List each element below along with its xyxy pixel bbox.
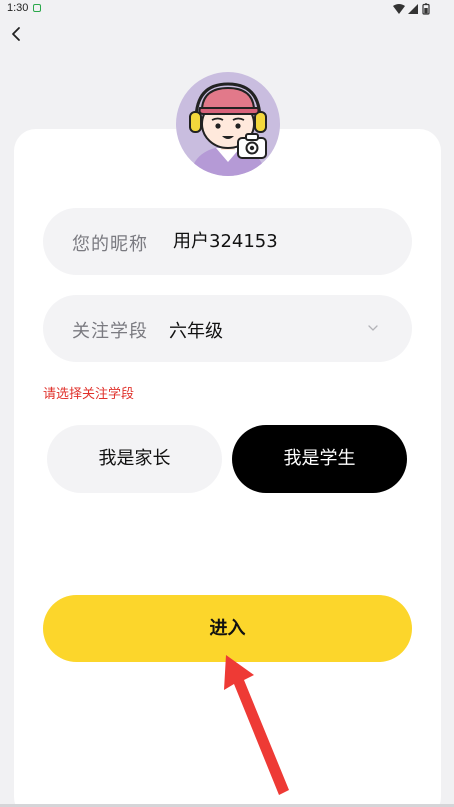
enter-button[interactable]: 进入	[43, 595, 412, 662]
nickname-input[interactable]	[173, 229, 383, 250]
battery-icon	[422, 3, 430, 15]
notification-icon	[33, 4, 41, 12]
profile-setup-screen: 1:30 您的昵称 用户324153 关注学段 六年级 请选择关注学段 我是家长…	[0, 0, 454, 807]
status-bar: 1:30	[0, 0, 454, 18]
wifi-icon	[393, 4, 405, 14]
change-avatar-button[interactable]	[236, 132, 268, 160]
role-parent-button[interactable]: 我是家长	[47, 425, 222, 493]
avatar[interactable]	[176, 72, 280, 176]
signal-icon	[408, 4, 418, 14]
avatar-illustration	[189, 82, 267, 176]
back-button[interactable]	[6, 24, 26, 44]
nickname-field[interactable]: 您的昵称	[43, 208, 412, 275]
camera-icon	[237, 133, 267, 159]
stage-label: 关注学段	[72, 321, 148, 342]
stage-select[interactable]: 关注学段 六年级	[43, 295, 412, 362]
nickname-label: 您的昵称	[72, 234, 148, 255]
chevron-left-icon	[12, 27, 20, 41]
status-time: 1:30	[7, 2, 29, 14]
system-status-icons	[392, 3, 436, 18]
chevron-down-icon	[368, 325, 378, 331]
stage-selected-value: 六年级	[169, 321, 223, 342]
stage-error-message: 请选择关注学段	[43, 387, 135, 402]
role-student-button[interactable]: 我是学生	[232, 425, 407, 493]
